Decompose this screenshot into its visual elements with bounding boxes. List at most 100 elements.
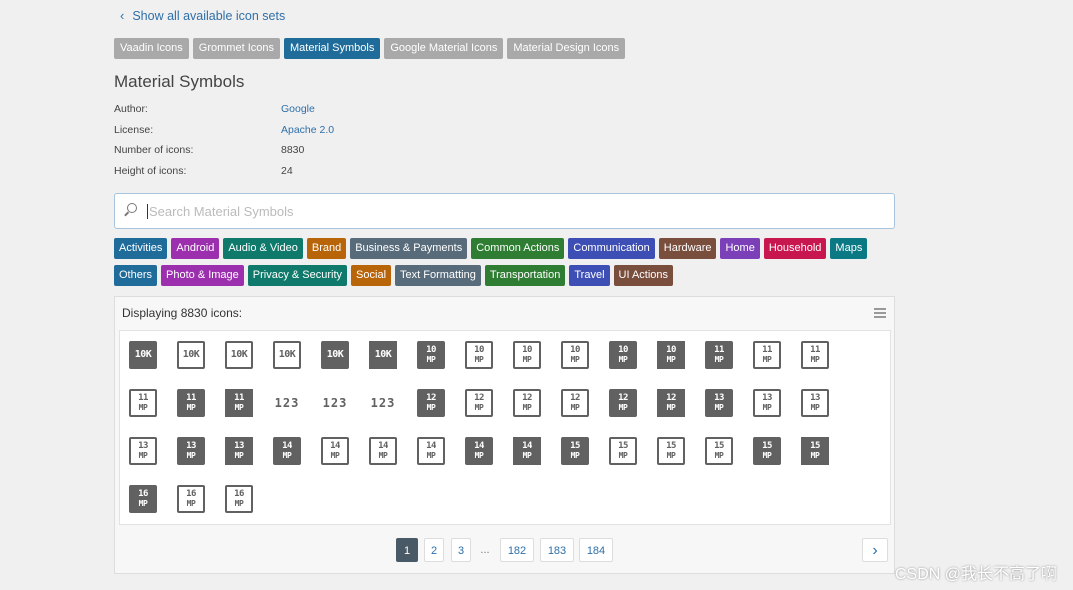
category-chip[interactable]: Social bbox=[351, 265, 392, 286]
icon-cell[interactable]: 13 MP bbox=[225, 437, 273, 485]
icon-cell[interactable]: 13 MP bbox=[129, 437, 177, 485]
icon-cell[interactable]: 11 MP bbox=[705, 341, 753, 389]
icon-cell[interactable]: 13 MP bbox=[753, 389, 801, 437]
category-chip[interactable]: Audio & Video bbox=[223, 238, 303, 259]
icon-cell[interactable]: 123 bbox=[321, 389, 369, 437]
category-chip[interactable]: Common Actions bbox=[471, 238, 565, 259]
icon-cell[interactable]: 12 MP bbox=[513, 389, 561, 437]
page-button[interactable]: 183 bbox=[540, 538, 574, 562]
category-chip[interactable]: Home bbox=[720, 238, 760, 259]
icon-set-tab[interactable]: Google Material Icons bbox=[384, 38, 504, 59]
icon-16mp-filled-icon: 16 MP bbox=[129, 485, 157, 513]
icon-cell[interactable]: 16 MP bbox=[225, 485, 273, 533]
category-chip[interactable]: Maps bbox=[830, 238, 868, 259]
meta-key: Author: bbox=[114, 103, 148, 115]
icon-10mp-outlined-icon: 10 MP bbox=[561, 341, 589, 369]
icon-cell[interactable]: 13 MP bbox=[705, 389, 753, 437]
page-button[interactable]: 1 bbox=[396, 538, 418, 562]
icon-cell[interactable]: 14 MP bbox=[417, 437, 465, 485]
category-chip[interactable]: Privacy & Security bbox=[247, 265, 348, 286]
icon-cell[interactable]: 16 MP bbox=[177, 485, 225, 533]
icon-10mp-filled-icon: 10 MP bbox=[417, 341, 445, 369]
icon-cell[interactable]: 11 MP bbox=[801, 341, 849, 389]
icon-set-metadata: Author: Google License: Apache 2.0 Number of… bbox=[114, 103, 334, 185]
icon-cell[interactable]: 16 MP bbox=[129, 485, 177, 533]
icon-cell[interactable]: 15 MP bbox=[801, 437, 849, 485]
page-button[interactable]: 182 bbox=[500, 538, 534, 562]
icon-cell[interactable]: 11 MP bbox=[129, 389, 177, 437]
category-chip[interactable]: Activities bbox=[114, 238, 168, 259]
page-button[interactable]: 3 bbox=[451, 538, 471, 562]
search-input[interactable]: Search Material Symbols bbox=[147, 203, 294, 219]
icon-set-tab[interactable]: Grommet Icons bbox=[192, 38, 280, 59]
icon-cell[interactable]: 14 MP bbox=[369, 437, 417, 485]
category-chip[interactable]: Business & Payments bbox=[350, 238, 468, 259]
icon-cell[interactable]: 15 MP bbox=[753, 437, 801, 485]
page-button[interactable]: 184 bbox=[579, 538, 613, 562]
category-row: Others Photo & Image Privacy & Security Soc… bbox=[114, 265, 904, 286]
icon-cell[interactable]: 11 MP bbox=[177, 389, 225, 437]
search-field[interactable]: Search Material Symbols bbox=[114, 193, 895, 229]
category-chip[interactable]: UI Actions bbox=[613, 265, 674, 286]
icon-cell[interactable]: 10K bbox=[225, 341, 273, 389]
icon-cell[interactable]: 15 MP bbox=[657, 437, 705, 485]
icon-cell[interactable]: 12 MP bbox=[609, 389, 657, 437]
icon-cell[interactable]: 10K bbox=[129, 341, 177, 389]
icon-cell[interactable]: 12 MP bbox=[417, 389, 465, 437]
category-chip[interactable]: Household bbox=[763, 238, 827, 259]
icon-cell[interactable]: 11 MP bbox=[753, 341, 801, 389]
category-chip[interactable]: Others bbox=[114, 265, 158, 286]
category-chip[interactable]: Android bbox=[171, 238, 220, 259]
icon-cell[interactable]: 14 MP bbox=[321, 437, 369, 485]
category-chip[interactable]: Hardware bbox=[658, 238, 717, 259]
icon-cell[interactable]: 10 MP bbox=[513, 341, 561, 389]
icon-16mp-outlined-icon: 16 MP bbox=[177, 485, 205, 513]
icon-cell[interactable]: 10 MP bbox=[417, 341, 465, 389]
icon-cell[interactable]: 14 MP bbox=[513, 437, 561, 485]
icon-10k-outlined-icon: 10K bbox=[273, 341, 301, 369]
category-chip[interactable]: Photo & Image bbox=[161, 265, 244, 286]
icon-cell[interactable]: 10 MP bbox=[657, 341, 705, 389]
category-chip[interactable]: Text Formatting bbox=[395, 265, 481, 286]
icon-set-tab[interactable]: Vaadin Icons bbox=[114, 38, 189, 59]
icon-cell[interactable]: 14 MP bbox=[273, 437, 321, 485]
chevron-left-icon: ‹ bbox=[120, 8, 125, 23]
icon-cell[interactable]: 14 MP bbox=[465, 437, 513, 485]
icon-cell[interactable]: 13 MP bbox=[177, 437, 225, 485]
icon-123-plain-icon: 123 bbox=[370, 396, 396, 410]
icon-cell[interactable]: 123 bbox=[369, 389, 417, 437]
icon-15mp-outlined-icon: 15 MP bbox=[657, 437, 685, 465]
icon-14mp-outlined-icon: 14 MP bbox=[369, 437, 397, 465]
icon-cell[interactable]: 10 MP bbox=[561, 341, 609, 389]
icon-cell[interactable]: 11 MP bbox=[225, 389, 273, 437]
category-chip[interactable]: Travel bbox=[569, 265, 610, 286]
icon-cell[interactable]: 10K bbox=[321, 341, 369, 389]
icon-cell[interactable]: 12 MP bbox=[465, 389, 513, 437]
meta-link[interactable]: Google bbox=[281, 103, 315, 124]
icon-cell[interactable]: 123 bbox=[273, 389, 321, 437]
category-chip[interactable]: Transportation bbox=[484, 265, 566, 286]
icon-cell[interactable]: 15 MP bbox=[561, 437, 609, 485]
icon-cell[interactable]: 15 MP bbox=[609, 437, 657, 485]
page-button[interactable]: 2 bbox=[424, 538, 444, 562]
back-link-label[interactable]: Show all available icon sets bbox=[132, 9, 285, 23]
icon-cell[interactable]: 10K bbox=[177, 341, 225, 389]
back-link[interactable]: ‹ Show all available icon sets bbox=[120, 8, 285, 23]
icon-cell[interactable]: 10 MP bbox=[465, 341, 513, 389]
icon-set-tab[interactable]: Material Symbols bbox=[283, 38, 381, 59]
icon-cell[interactable]: 15 MP bbox=[705, 437, 753, 485]
icon-cell[interactable]: 12 MP bbox=[657, 389, 705, 437]
category-chip[interactable]: Brand bbox=[306, 238, 347, 259]
list-view-icon[interactable] bbox=[874, 308, 886, 318]
meta-link[interactable]: Apache 2.0 bbox=[281, 124, 334, 145]
icon-set-tab[interactable]: Material Design Icons bbox=[507, 38, 626, 59]
icon-cell[interactable]: 10K bbox=[273, 341, 321, 389]
icon-11mp-outlined-icon: 11 MP bbox=[801, 341, 829, 369]
icon-cell[interactable]: 13 MP bbox=[801, 389, 849, 437]
chevron-right-icon[interactable]: › bbox=[862, 538, 888, 562]
meta-value: 24 bbox=[281, 164, 293, 177]
icon-cell[interactable]: 12 MP bbox=[561, 389, 609, 437]
icon-cell[interactable]: 10 MP bbox=[609, 341, 657, 389]
category-chip[interactable]: Communication bbox=[568, 238, 655, 259]
icon-cell[interactable]: 10K bbox=[369, 341, 417, 389]
